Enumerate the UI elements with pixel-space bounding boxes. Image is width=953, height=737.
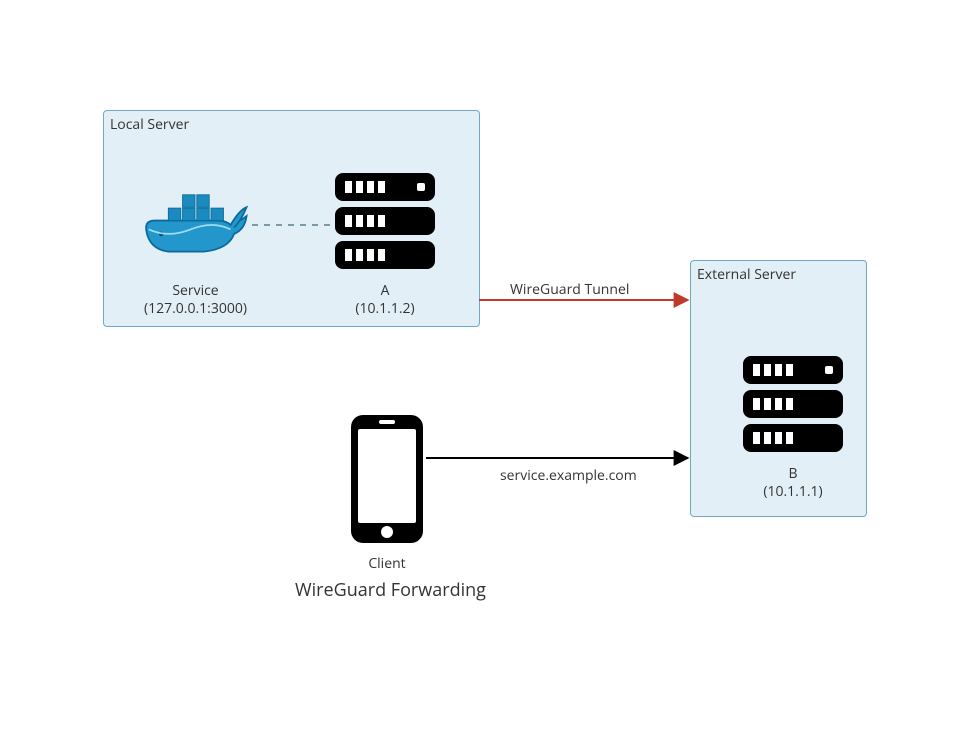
service-addr: (127.0.0.1:3000) [144,299,247,318]
service-name: Service [172,281,218,300]
external-server-title: External Server [697,265,796,284]
service-label: Service (127.0.0.1:3000) [133,282,258,317]
client-label: Client [357,555,417,573]
local-server-title: Local Server [110,115,189,134]
server-rack-b-icon [743,356,843,458]
http-label: service.example.com [500,466,637,485]
server-rack-a-icon [335,173,435,275]
phone-icon [351,415,423,543]
tunnel-label: WireGuard Tunnel [510,280,629,299]
node-b-name: B [788,464,797,483]
node-b-label: B (10.1.1.1) [748,465,838,500]
node-a-label: A (10.1.1.2) [340,282,430,317]
node-b-addr: (10.1.1.1) [763,482,822,501]
diagram-title: WireGuard Forwarding [295,578,486,602]
node-a-addr: (10.1.1.2) [355,299,414,318]
docker-icon [140,185,250,265]
node-a-name: A [381,281,390,300]
